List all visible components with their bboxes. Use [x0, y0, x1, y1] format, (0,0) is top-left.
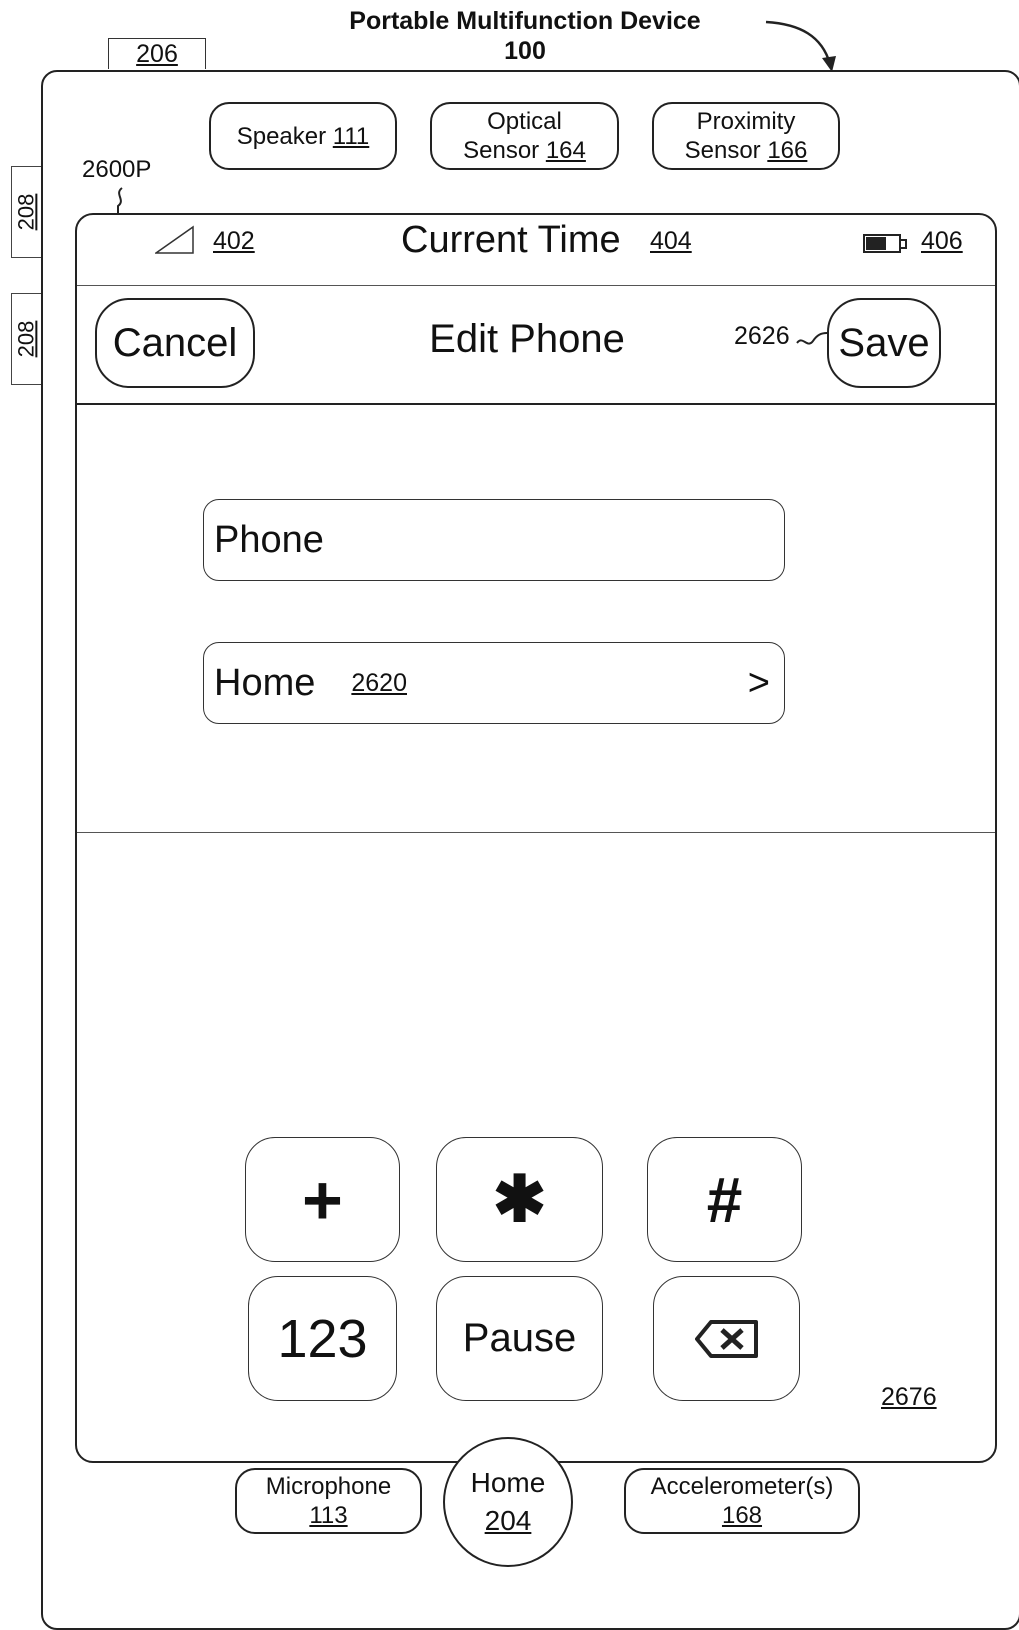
phone-number-field[interactable]: Phone: [203, 499, 785, 581]
top-button-ref: 206: [108, 38, 206, 69]
proximity-sensor-box: Proximity Sensor 166: [652, 102, 840, 170]
device-title: Portable Multifunction Device 100: [300, 6, 750, 66]
phone-number-value: Phone: [214, 518, 324, 561]
hash-key-label: #: [706, 1163, 743, 1236]
save-ref-leader: [796, 332, 828, 345]
optical-sensor-ref: 164: [545, 137, 586, 164]
microphone-label: Microphone: [265, 1473, 392, 1500]
proximity-sensor-line1: Proximity: [696, 108, 796, 135]
numbers-key[interactable]: 123: [248, 1276, 397, 1401]
nav-bar: Cancel Edit Phone 2626 Save: [77, 285, 995, 405]
delete-key[interactable]: [653, 1276, 800, 1401]
numbers-key-label: 123: [277, 1308, 368, 1369]
status-bar: 402 Current Time 404 406: [77, 215, 995, 286]
pause-key[interactable]: Pause: [436, 1276, 603, 1401]
side-button-1[interactable]: 208: [11, 166, 41, 258]
speaker-label: Speaker: [236, 122, 327, 150]
current-time: Current Time: [401, 219, 621, 261]
home-button[interactable]: Home 204: [443, 1437, 573, 1567]
accelerometer-box: Accelerometer(s) 168: [624, 1468, 860, 1534]
home-button-ref: 204: [484, 1505, 532, 1536]
current-time-ref: 404: [650, 227, 692, 255]
optical-sensor-line1: Optical: [487, 108, 562, 135]
accelerometer-ref: 168: [721, 1502, 763, 1529]
battery-icon: [863, 234, 907, 253]
side-button-2-ref: 208: [13, 320, 39, 358]
battery-ref: 406: [921, 227, 963, 255]
speaker-box: Speaker 111: [209, 102, 397, 170]
microphone-ref: 113: [309, 1502, 348, 1529]
proximity-sensor-line2: Sensor: [684, 137, 761, 164]
save-button[interactable]: Save: [827, 298, 941, 388]
speaker-ref: 111: [332, 122, 370, 150]
phone-label-row[interactable]: Home 2620 >: [203, 642, 785, 724]
side-button-2[interactable]: 208: [11, 293, 41, 385]
screen-ref: 2600P: [82, 156, 152, 183]
backspace-icon: [694, 1319, 758, 1358]
phone-label-ref: 2620: [351, 668, 407, 697]
cancel-button[interactable]: Cancel: [95, 298, 255, 388]
side-button-1-ref: 208: [13, 193, 39, 231]
star-key-label: ✱: [492, 1163, 547, 1235]
optical-sensor-line2: Sensor: [463, 137, 540, 164]
keypad-ref: 2676: [881, 1383, 937, 1411]
pause-key-label: Pause: [462, 1316, 577, 1360]
screen-ref-leader: [117, 187, 123, 214]
accelerometer-label: Accelerometer(s): [650, 1473, 834, 1500]
signal-ref: 402: [213, 227, 255, 255]
microphone-box: Microphone 113: [235, 1468, 422, 1534]
hash-key[interactable]: #: [647, 1137, 802, 1262]
plus-key-label: +: [302, 1160, 343, 1239]
signal-icon: [155, 225, 194, 254]
plus-key[interactable]: +: [245, 1137, 400, 1262]
optical-sensor-box: Optical Sensor 164: [430, 102, 619, 170]
device-pointer-arrow: [765, 20, 836, 72]
save-ref: 2626: [734, 322, 790, 350]
phone-label-value: Home: [214, 661, 316, 704]
nav-title: Edit Phone: [429, 317, 625, 361]
star-key[interactable]: ✱: [436, 1137, 603, 1262]
device-title-text: Portable Multifunction Device: [349, 7, 701, 35]
proximity-sensor-ref: 166: [767, 137, 808, 164]
content-divider: [77, 832, 995, 833]
chevron-right-icon: >: [747, 661, 770, 704]
touch-screen: 402 Current Time 404 406 Cancel Edit Pho…: [75, 213, 997, 1463]
home-button-label: Home: [470, 1467, 546, 1498]
device-ref: 100: [504, 37, 546, 65]
